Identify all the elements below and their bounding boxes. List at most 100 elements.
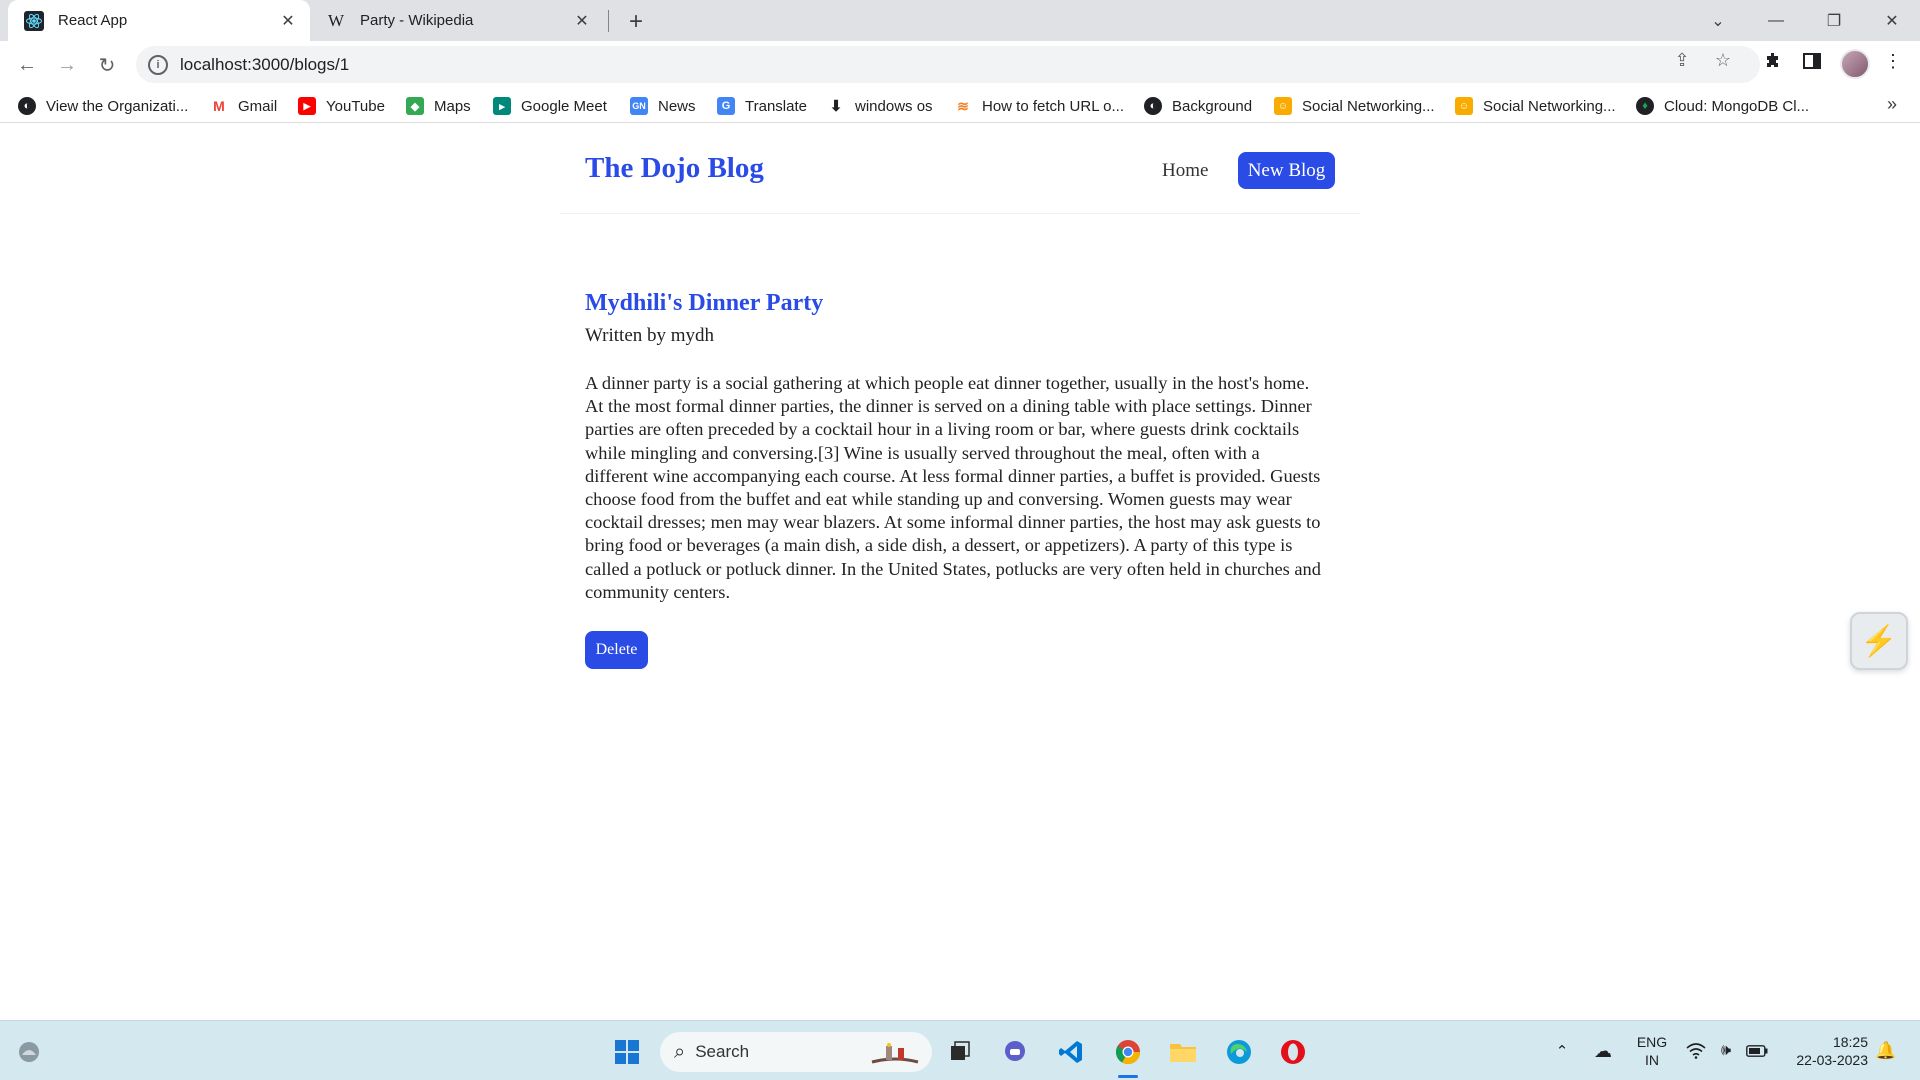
bookmarks-bar: ◐ View the Organizati... M Gmail ▶ YouTu…	[0, 88, 1920, 123]
taskbar-search-box[interactable]: ⌕ Search	[660, 1032, 932, 1072]
tab-title: Party - Wikipedia	[360, 12, 474, 29]
nav-home-link[interactable]: Home	[1162, 160, 1208, 182]
wikipedia-icon: W	[327, 10, 345, 30]
bookmark-item[interactable]: ⬇ windows os	[827, 94, 933, 118]
side-panel-icon[interactable]	[1801, 50, 1823, 72]
new-tab-button[interactable]: +	[622, 8, 650, 36]
bookmark-item[interactable]: M Gmail	[210, 94, 277, 118]
tab-search-chevron-down-icon[interactable]: ⌄	[1690, 0, 1746, 41]
opera-icon[interactable]	[1276, 1035, 1310, 1069]
nav-new-blog-button[interactable]: New Blog	[1238, 152, 1335, 189]
language-code: ENG	[1636, 1034, 1668, 1050]
gmail-icon: M	[210, 97, 228, 115]
active-app-indicator	[1118, 1075, 1138, 1078]
close-icon[interactable]: ✕	[278, 11, 298, 31]
bookmark-label: Cloud: MongoDB Cl...	[1664, 97, 1810, 115]
chrome-icon[interactable]	[1111, 1035, 1145, 1069]
minimize-icon[interactable]: —	[1748, 0, 1804, 41]
onedrive-cloud-icon[interactable]: ☁	[1590, 1021, 1616, 1080]
delete-button[interactable]: Delete	[585, 631, 648, 669]
social-icon: ☺	[1455, 97, 1473, 115]
bookmarks-overflow-chevron-icon[interactable]: »	[1880, 92, 1904, 116]
bookmark-item[interactable]: G Translate	[717, 94, 807, 118]
blog-author: Written by mydh	[585, 325, 715, 346]
blog-body: A dinner party is a social gathering at …	[585, 373, 1321, 602]
bookmark-item[interactable]: ◆ Maps	[406, 94, 471, 118]
bookmark-item[interactable]: ◐ Background	[1144, 94, 1252, 118]
youtube-icon: ▶	[298, 97, 316, 115]
web-page: The Dojo Blog Home New Blog Mydhili's Di…	[0, 124, 1920, 1020]
stackoverflow-icon: ≋	[957, 97, 969, 114]
vscode-icon[interactable]	[1054, 1035, 1088, 1069]
tab-divider	[608, 10, 609, 32]
tab-party-wikipedia[interactable]: W Party - Wikipedia ✕	[318, 0, 604, 41]
bookmark-label: Social Networking...	[1302, 97, 1435, 115]
show-hidden-icons-chevron-icon[interactable]: ⌃	[1552, 1021, 1572, 1080]
search-icon: ⌕	[674, 1040, 686, 1063]
language-indicator[interactable]: ENG IN	[1630, 1033, 1674, 1069]
address-bar[interactable]: i localhost:3000/blogs/1	[136, 46, 1760, 83]
bookmark-star-icon[interactable]: ☆	[1712, 49, 1734, 71]
site-info-icon[interactable]: i	[148, 54, 168, 75]
globe-icon: ◐	[1144, 97, 1162, 115]
forward-arrow-icon[interactable]: →	[51, 49, 83, 81]
share-icon[interactable]: ⇪	[1671, 49, 1693, 71]
edge-icon[interactable]	[1222, 1035, 1256, 1069]
windows-start-icon[interactable]	[610, 1035, 644, 1069]
volume-icon[interactable]: 🕪	[1715, 1021, 1737, 1080]
bookmark-item[interactable]: ≋ How to fetch URL o...	[954, 94, 1124, 118]
news-icon: GN	[630, 97, 648, 115]
close-icon[interactable]: ✕	[572, 11, 592, 31]
restore-icon[interactable]: ❐	[1806, 0, 1862, 41]
tab-title: React App	[58, 12, 128, 29]
kebab-menu-icon[interactable]: ⋮	[1882, 50, 1904, 72]
battery-icon[interactable]	[1745, 1021, 1769, 1080]
profile-avatar[interactable]	[1840, 49, 1870, 79]
bookmark-label: Maps	[434, 97, 471, 115]
browser-toolbar: ← → ↻ i localhost:3000/blogs/1 ⇪ ☆ ⋮	[0, 41, 1920, 88]
bookmark-item[interactable]: ▶ YouTube	[298, 94, 385, 118]
bookmark-label: Background	[1172, 97, 1253, 115]
bookmark-item[interactable]: GN News	[630, 94, 696, 118]
react-icon	[24, 10, 44, 31]
translate-icon: G	[717, 97, 735, 115]
url-text[interactable]: localhost:3000/blogs/1	[180, 55, 349, 75]
meet-icon: ▸	[493, 97, 511, 115]
wifi-icon[interactable]	[1685, 1021, 1707, 1080]
file-explorer-icon[interactable]	[1166, 1035, 1200, 1069]
globe-icon: ◐	[18, 97, 36, 115]
bookmark-label: How to fetch URL o...	[982, 97, 1125, 115]
bookmark-item[interactable]: ◐ View the Organizati...	[18, 94, 188, 118]
extensions-puzzle-icon[interactable]	[1762, 50, 1784, 72]
social-icon: ☺	[1274, 97, 1292, 115]
bookmark-label: News	[658, 97, 696, 115]
blog-details: Mydhili's Dinner Party Written by mydh A…	[585, 288, 1325, 604]
tab-strip: React App ✕ W Party - Wikipedia ✕ + ⌄ — …	[0, 0, 1920, 41]
bookmark-label: Gmail	[238, 97, 278, 115]
notification-bell-icon[interactable]: 🔔	[1874, 1021, 1898, 1080]
clock-date: 22-03-2023	[1796, 1052, 1868, 1068]
site-brand[interactable]: The Dojo Blog	[585, 152, 764, 185]
system-clock[interactable]: 18:25 22-03-2023	[1782, 1033, 1868, 1069]
bookmark-item[interactable]: ☺ Social Networking...	[1274, 94, 1435, 118]
maps-icon: ◆	[406, 97, 424, 115]
reload-icon[interactable]: ↻	[91, 49, 123, 81]
teams-chat-icon[interactable]	[998, 1035, 1032, 1069]
blog-title: Mydhili's Dinner Party	[585, 290, 824, 316]
windows-taskbar: ⌕ Search ⌃ ☁ ENG IN 🕪 18:25 22-03-2023 🔔	[0, 1020, 1920, 1080]
bookmark-item[interactable]: ▸ Google Meet	[493, 94, 607, 118]
language-region: IN	[1645, 1052, 1659, 1068]
back-arrow-icon[interactable]: ←	[11, 49, 43, 81]
bookmark-label: windows os	[855, 97, 933, 115]
floating-extension-icon[interactable]: ⚡	[1850, 612, 1908, 670]
bookmark-item[interactable]: ♦ Cloud: MongoDB Cl...	[1636, 94, 1809, 118]
bookmark-item[interactable]: ☺ Social Networking...	[1455, 94, 1616, 118]
task-view-icon[interactable]	[943, 1035, 977, 1069]
tab-react-app[interactable]: React App ✕	[8, 0, 310, 41]
weather-widget-icon[interactable]	[12, 1035, 46, 1069]
window-close-icon[interactable]: ✕	[1864, 0, 1920, 41]
bookmark-label: Translate	[745, 97, 807, 115]
bookmark-label: Google Meet	[521, 97, 607, 115]
mongodb-icon: ♦	[1636, 97, 1654, 115]
bookmark-label: Social Networking...	[1483, 97, 1616, 115]
